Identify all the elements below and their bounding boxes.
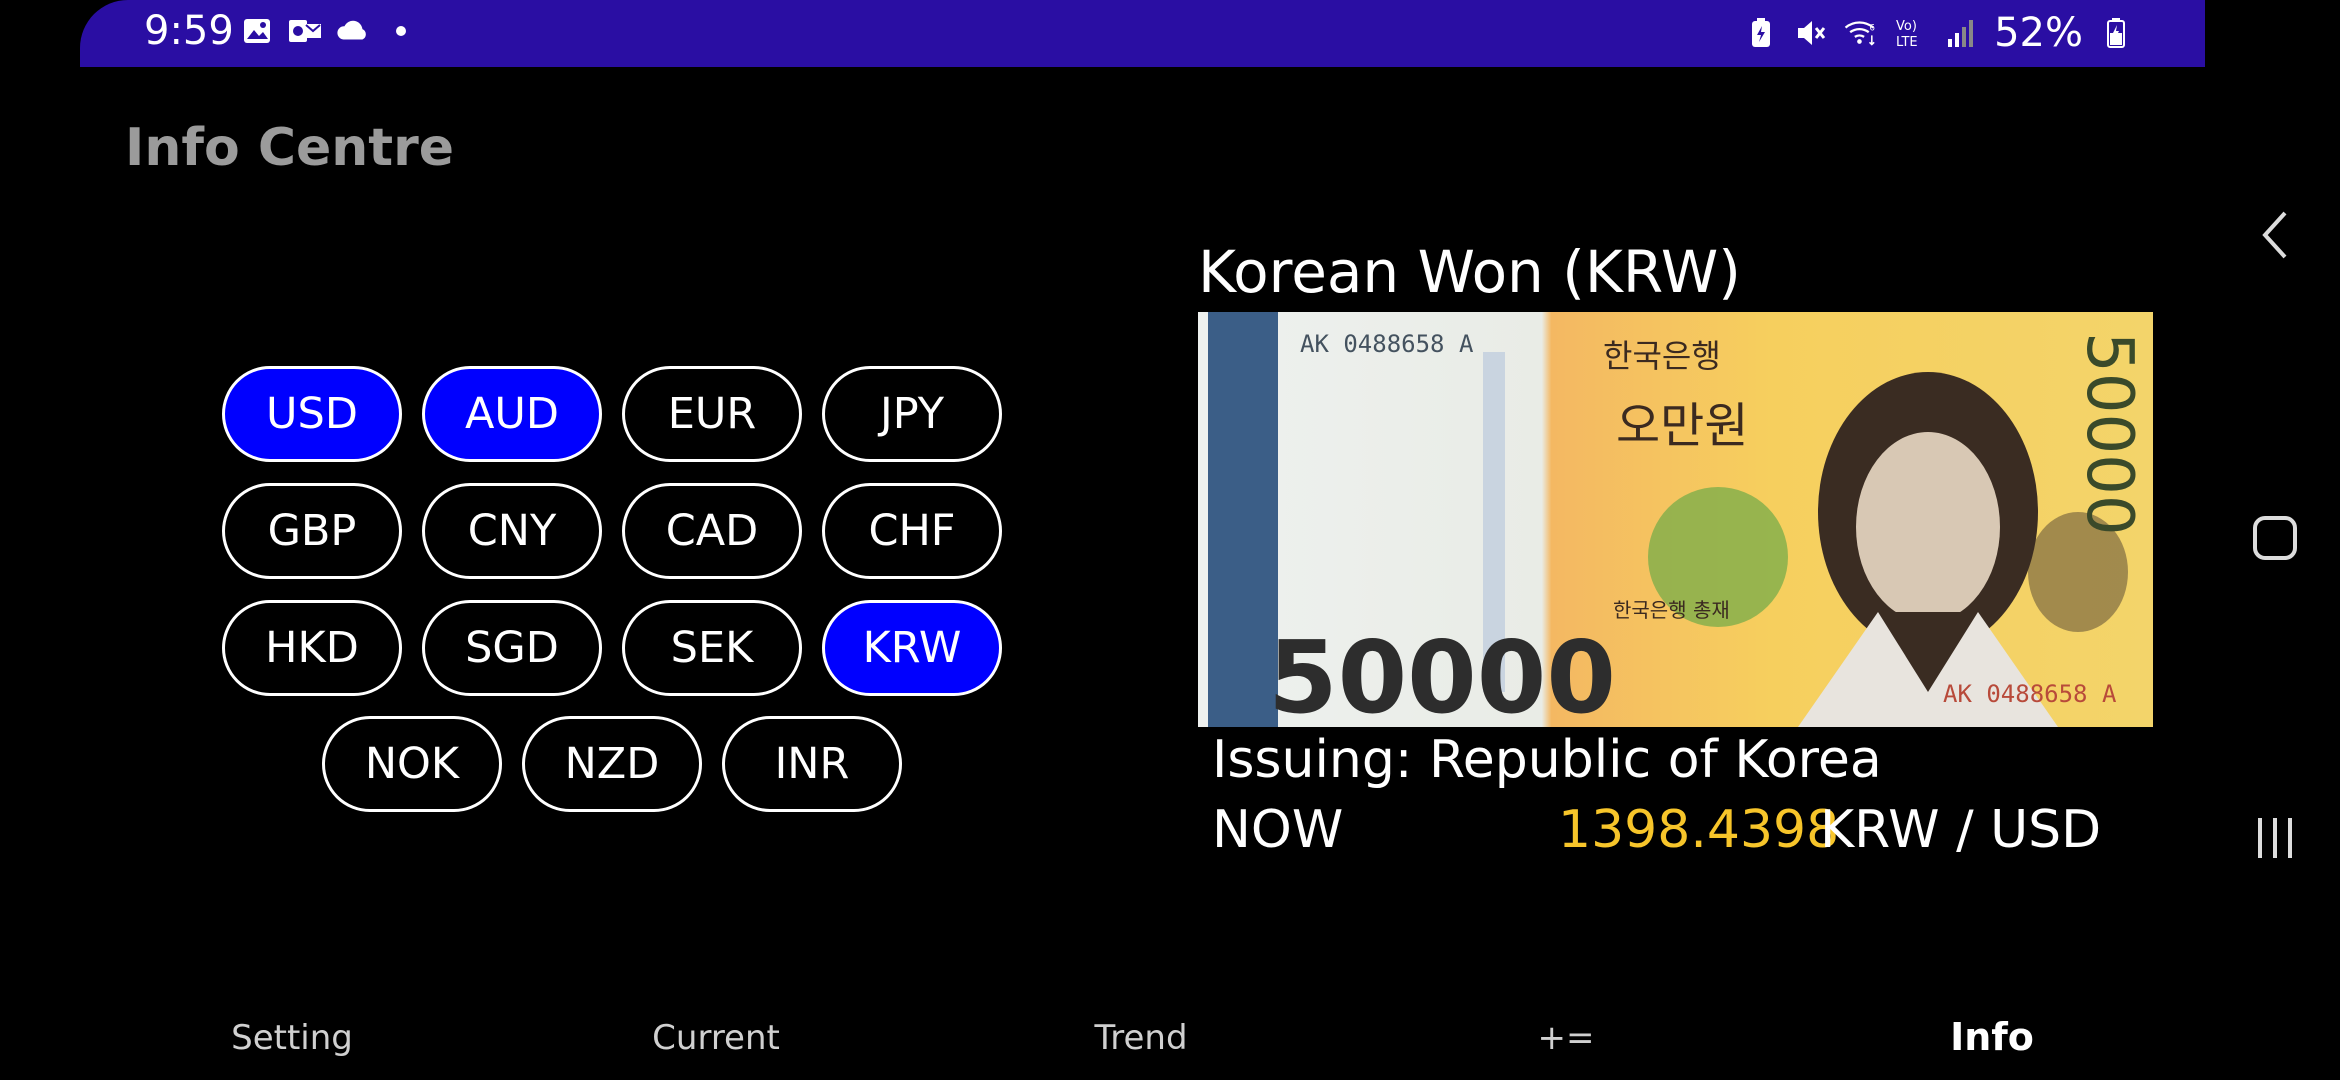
currency-button-sek[interactable]: SEK <box>622 600 802 696</box>
banknote-serial-bottom: AK 0488658 A <box>1943 680 2117 708</box>
currency-button-nzd[interactable]: NZD <box>522 716 702 812</box>
currency-button-cad[interactable]: CAD <box>622 483 802 579</box>
svg-text:LTE: LTE <box>1896 35 1918 50</box>
currency-button-sgd[interactable]: SGD <box>422 600 602 696</box>
banknote-governor-text: 한국은행 총재 <box>1613 598 1730 622</box>
currency-button-gbp[interactable]: GBP <box>222 483 402 579</box>
nav-current[interactable]: Current <box>652 1018 780 1058</box>
currency-button-cny[interactable]: CNY <box>422 483 602 579</box>
currency-button-inr[interactable]: INR <box>722 716 902 812</box>
banknote-serial-top: AK 0488658 A <box>1300 330 1474 358</box>
exchange-rate-value: 1398.4398 <box>1558 800 1840 860</box>
image-icon <box>240 14 274 48</box>
battery-icon <box>2099 16 2133 50</box>
issuing-country: Issuing: Republic of Korea <box>1212 730 1882 790</box>
back-icon[interactable] <box>2245 205 2305 265</box>
banknote-value-text: 오만원 <box>1616 398 1748 454</box>
cloud-icon <box>336 14 370 48</box>
banknote-denomination: 50000 <box>1268 619 1616 727</box>
currency-button-eur[interactable]: EUR <box>622 366 802 462</box>
page-title: Info Centre <box>125 118 455 178</box>
battery-percent: 52% <box>1994 10 2083 56</box>
svg-text:Vo): Vo) <box>1896 19 1917 34</box>
dot-icon <box>384 14 418 48</box>
outlook-icon <box>288 14 322 48</box>
currency-button-nok[interactable]: NOK <box>322 716 502 812</box>
status-bar: 9:59 6 Vo) LTE 52% <box>80 0 2205 67</box>
banknote-image: AK 0488658 A 한국은행 오만원 한국은행 총재 50000 5000… <box>1198 312 2153 727</box>
svg-text:6: 6 <box>1870 24 1875 34</box>
currency-button-hkd[interactable]: HKD <box>222 600 402 696</box>
banknote-denomination-side: 50000 <box>2072 332 2146 536</box>
currency-button-krw[interactable]: KRW <box>822 600 1002 696</box>
currency-title: Korean Won (KRW) <box>1198 238 1741 306</box>
nav-info[interactable]: Info <box>1950 1015 2034 1059</box>
nav-trend[interactable]: Trend <box>1094 1018 1187 1058</box>
status-time: 9:59 <box>144 8 234 54</box>
nav-setting[interactable]: Setting <box>231 1018 353 1058</box>
exchange-rate-unit: KRW / USD <box>1820 800 2102 860</box>
volte-icon: Vo) LTE <box>1894 16 1928 50</box>
nav-calculator[interactable]: += <box>1538 1018 1595 1058</box>
currency-button-usd[interactable]: USD <box>222 366 402 462</box>
currency-button-chf[interactable]: CHF <box>822 483 1002 579</box>
battery-saver-icon <box>1744 16 1778 50</box>
mute-icon <box>1794 16 1828 50</box>
recent-apps-icon[interactable] <box>2245 808 2305 868</box>
currency-button-jpy[interactable]: JPY <box>822 366 1002 462</box>
wifi-icon: 6 <box>1844 16 1878 50</box>
now-label: NOW <box>1212 800 1344 860</box>
signal-icon <box>1944 16 1978 50</box>
currency-button-aud[interactable]: AUD <box>422 366 602 462</box>
home-icon[interactable] <box>2245 508 2305 568</box>
banknote-bank-name: 한국은행 <box>1603 337 1721 375</box>
